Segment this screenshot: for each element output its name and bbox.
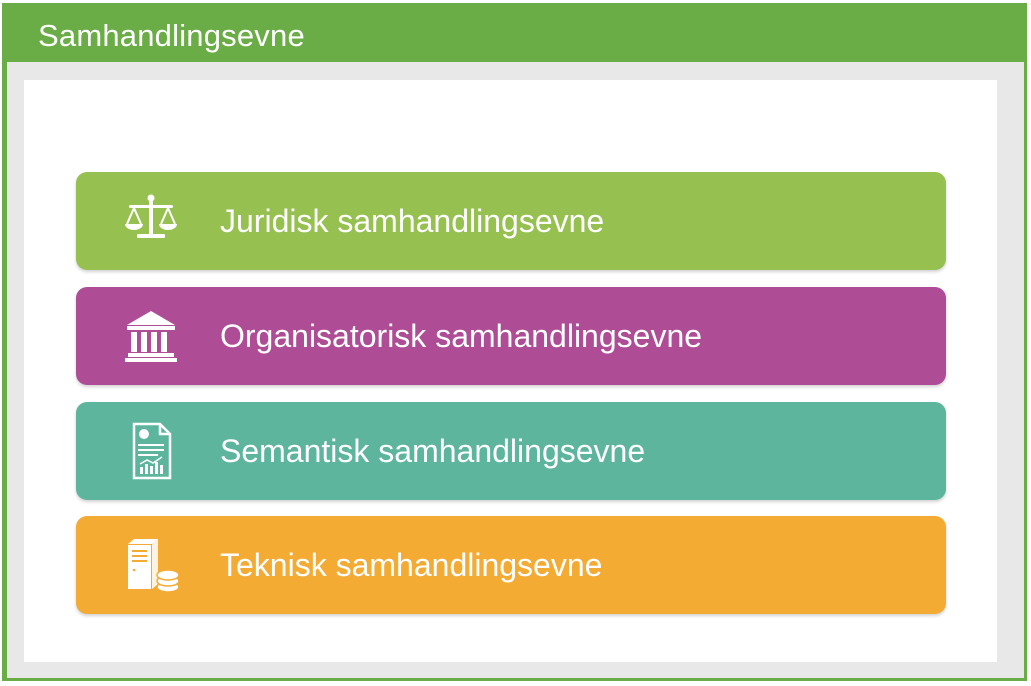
- layer-teknisk: Teknisk samhandlingsevne: [76, 516, 946, 614]
- layer-organisatorisk: Organisatorisk samhandlingsevne: [76, 287, 946, 385]
- layer-label: Organisatorisk samhandlingsevne: [220, 318, 703, 354]
- layer-semantisk: Semantisk samhandlingsevne: [76, 402, 946, 500]
- frame-inner-border: Juridisk samhandlingsevne Organisatorisk…: [7, 62, 1024, 678]
- document-chart-icon: [120, 422, 182, 480]
- scales-icon: [120, 192, 182, 250]
- layer-label: Juridisk samhandlingsevne: [220, 203, 605, 239]
- diagram-title: Samhandlingsevne: [38, 18, 305, 53]
- layer-label: Teknisk samhandlingsevne: [220, 547, 603, 583]
- diagram-canvas: Juridisk samhandlingsevne Organisatorisk…: [24, 80, 997, 662]
- diagram-frame: Samhandlingsevne Juridisk samhandlingsev…: [2, 3, 1027, 681]
- layer-juridisk: Juridisk samhandlingsevne: [76, 172, 946, 270]
- building-icon: [120, 307, 182, 365]
- layer-label: Semantisk samhandlingsevne: [220, 433, 646, 469]
- server-database-icon: [120, 536, 182, 594]
